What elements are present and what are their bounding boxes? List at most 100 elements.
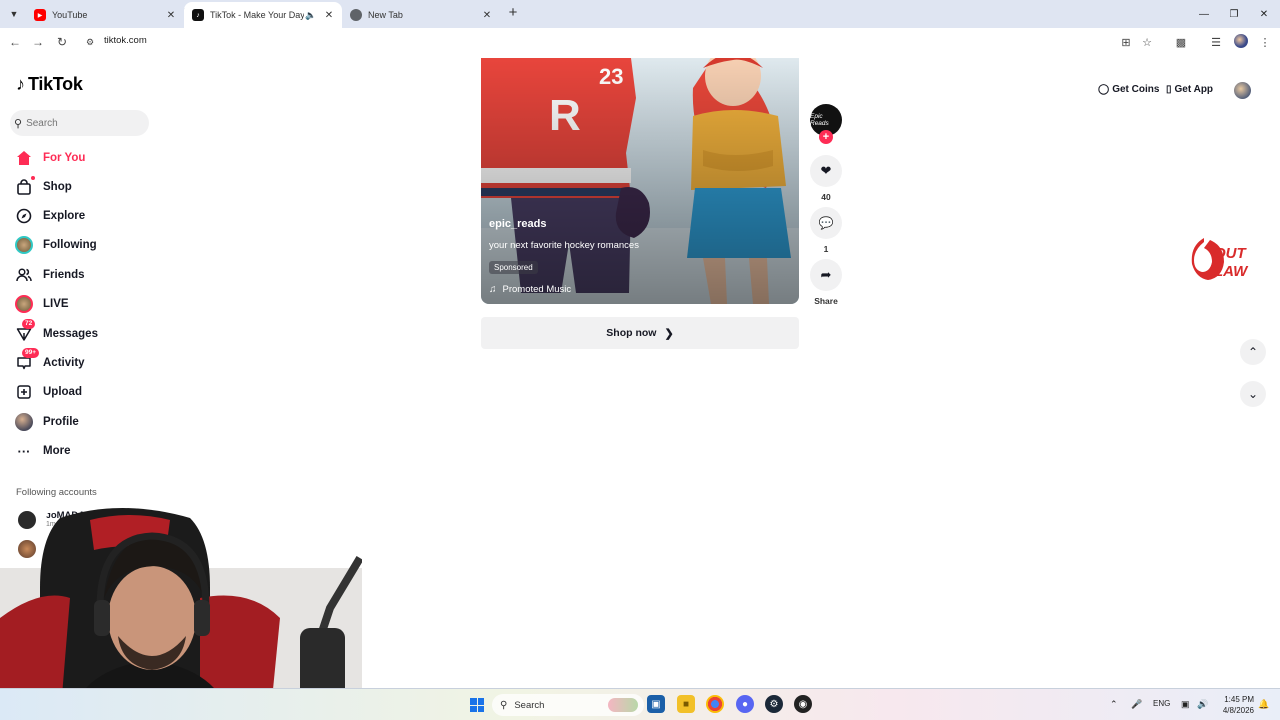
search-input[interactable]	[26, 117, 127, 129]
video-player[interactable]: R 23 epic_reads your next favorite hocke…	[481, 58, 799, 304]
minimize-icon[interactable]: —	[1188, 0, 1220, 28]
get-app-button[interactable]: ▯ Get App	[1166, 84, 1213, 95]
nav-profile[interactable]: Profile	[14, 411, 184, 433]
compass-icon	[14, 206, 34, 226]
get-coins-button[interactable]: ◯ Get Coins	[1098, 84, 1159, 95]
notification-dot	[31, 176, 35, 180]
nav-messages[interactable]: 72 Messages	[14, 319, 184, 345]
restore-icon[interactable]: ❐	[1218, 0, 1250, 28]
nav-for-you[interactable]: For You	[14, 147, 184, 169]
search-highlight-image	[608, 698, 638, 712]
network-icon[interactable]: ▣	[1181, 699, 1190, 710]
windows-start-icon[interactable]	[470, 698, 484, 712]
video-username[interactable]: epic_reads	[489, 218, 546, 230]
new-tab-button[interactable]: +	[504, 4, 522, 22]
nav-live[interactable]: LIVE	[14, 293, 184, 315]
plus-square-icon	[14, 382, 34, 402]
nav-following[interactable]: Following	[14, 234, 184, 256]
nav-label: Profile	[43, 416, 79, 428]
tiktok-logo[interactable]: ♪ TikTok	[16, 74, 83, 95]
chevron-down-icon: ⌄	[1247, 387, 1259, 401]
share-button[interactable]: ➦	[810, 259, 842, 291]
activity-badge: 99+	[22, 348, 40, 358]
nav-friends[interactable]: Friends	[14, 264, 184, 286]
comment-button[interactable]: 💬	[810, 207, 842, 239]
svg-text:LAW: LAW	[1214, 263, 1249, 280]
nav-label: Messages	[43, 328, 98, 340]
close-icon[interactable]: ✕	[164, 10, 178, 21]
obs-icon[interactable]: ◉	[794, 695, 812, 713]
nav-more[interactable]: ··· More	[14, 440, 184, 462]
video-music[interactable]: ♫ Promoted Music	[489, 284, 571, 295]
tab-search-icon[interactable]: ▼	[4, 4, 24, 24]
volume-icon[interactable]: 🔊	[1197, 699, 1208, 710]
clock-date: 4/8/2026	[1222, 706, 1254, 715]
forward-icon[interactable]: →	[29, 33, 47, 51]
scroll-up-button[interactable]: ⌃	[1240, 339, 1266, 365]
scroll-down-button[interactable]: ⌄	[1240, 381, 1266, 407]
nav-explore[interactable]: Explore	[14, 205, 184, 227]
nav-activity[interactable]: 99+ Activity	[14, 348, 184, 374]
language-indicator[interactable]: ENG	[1153, 699, 1170, 708]
nav-label: Shop	[43, 181, 72, 193]
file-explorer-icon[interactable]: ■	[677, 695, 695, 713]
media-controls-icon[interactable]: ☰	[1208, 34, 1224, 50]
follow-plus-icon[interactable]: +	[819, 130, 833, 144]
url-text[interactable]: tiktok.com	[104, 35, 147, 46]
extensions-icon[interactable]: ▩	[1173, 34, 1189, 50]
avatar	[15, 236, 33, 254]
profile-avatar	[14, 412, 34, 432]
comment-count: 1	[823, 244, 829, 254]
sponsored-label: Sponsored	[489, 261, 538, 274]
notification-bell-icon[interactable]: 🔔	[1258, 699, 1269, 710]
tiktok-note-icon: ♪	[16, 74, 25, 94]
phone-icon: ▯	[1166, 84, 1172, 95]
bookmark-star-icon[interactable]: ☆	[1139, 34, 1155, 50]
chevron-up-icon: ⌃	[1247, 345, 1259, 359]
nav-label: LIVE	[43, 298, 69, 310]
search-icon: ⚲	[14, 117, 23, 130]
nav-label: Explore	[43, 210, 86, 222]
store-icon[interactable]: ▣	[647, 695, 665, 713]
back-icon[interactable]: ←	[6, 33, 24, 51]
chevron-right-icon: ❯	[664, 327, 674, 340]
close-window-icon[interactable]: ✕	[1248, 0, 1280, 28]
site-info-icon[interactable]: ⚙	[86, 37, 94, 48]
chevron-up-icon[interactable]: ⌃	[1110, 699, 1118, 710]
nav-shop[interactable]: Shop	[14, 176, 184, 198]
logo-text: TikTok	[28, 74, 83, 94]
search-box[interactable]: ⚲	[10, 110, 149, 136]
close-icon[interactable]: ✕	[480, 10, 494, 21]
heart-icon: ❤	[820, 163, 832, 178]
nav-label: Following	[43, 239, 97, 251]
close-icon[interactable]: ✕	[322, 10, 336, 21]
nav-upload[interactable]: Upload	[14, 381, 184, 403]
discord-icon[interactable]: ●	[736, 695, 754, 713]
install-app-icon[interactable]: ⊞	[1118, 34, 1134, 50]
share-arrow-icon: ➦	[820, 267, 832, 282]
ellipsis-icon: ···	[17, 443, 31, 459]
tab-tiktok[interactable]: ♪ TikTok - Make Your Day 🔈 ✕	[184, 2, 342, 28]
microphone-icon[interactable]: 🎤	[1131, 699, 1142, 710]
comment-icon: 💬	[818, 216, 834, 230]
like-button[interactable]: ❤	[810, 155, 842, 187]
chrome-icon[interactable]	[706, 695, 724, 713]
send-icon: 72	[14, 319, 36, 344]
taskbar-clock[interactable]: 1:45 PM 4/8/2026	[1214, 694, 1254, 716]
coin-icon: ◯	[1098, 84, 1110, 95]
tab-youtube[interactable]: ▶ YouTube ✕	[26, 2, 184, 28]
browser-tab-strip: ▼ ▶ YouTube ✕ ♪ TikTok - Make Your Day 🔈…	[0, 0, 1280, 28]
taskbar-search[interactable]: ⚲ Search	[492, 694, 644, 716]
reload-icon[interactable]: ↻	[53, 33, 71, 51]
browser-profile-avatar[interactable]	[1234, 34, 1248, 48]
steam-icon[interactable]: ⚙	[765, 695, 783, 713]
address-bar[interactable]	[80, 30, 1180, 54]
tab-new-tab[interactable]: New Tab ✕	[342, 2, 500, 28]
shop-now-button[interactable]: Shop now ❯	[481, 317, 799, 349]
avatar	[15, 295, 33, 313]
svg-text:OUT: OUT	[1214, 245, 1248, 262]
video-caption: your next favorite hockey romances	[489, 240, 639, 251]
kebab-menu-icon[interactable]: ⋮	[1257, 34, 1273, 50]
profile-avatar[interactable]	[1234, 82, 1251, 99]
speaker-icon[interactable]: 🔈	[304, 10, 318, 21]
